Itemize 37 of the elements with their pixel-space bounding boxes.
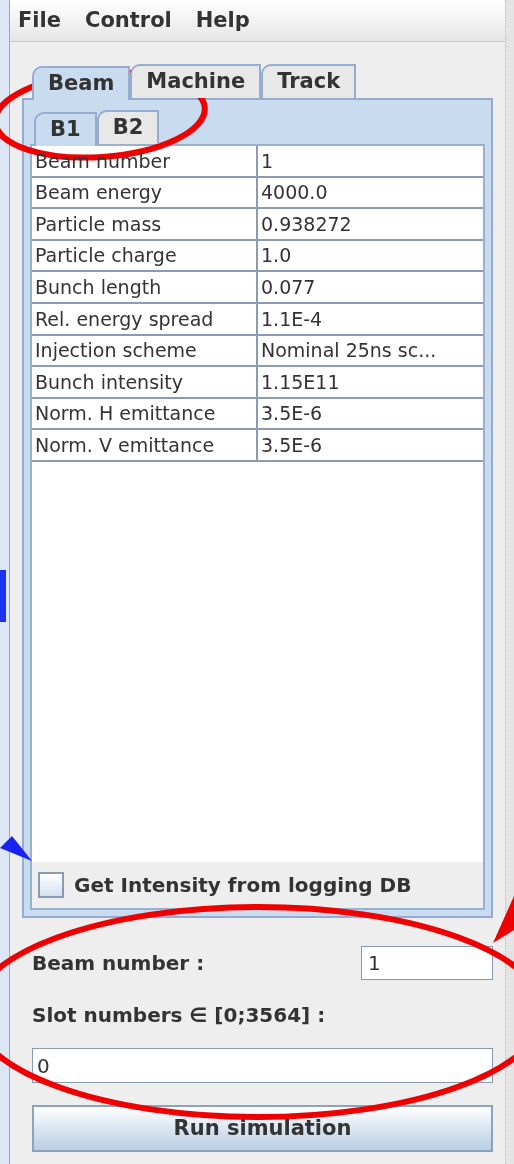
table-cell: Norm. H emittance [32,398,258,429]
table-cell-text: 4000.0 [260,180,329,206]
checkbox[interactable] [38,872,64,898]
table-cell: Bunch intensity [32,367,258,397]
table-cell-text: 1.1E-4 [260,306,324,332]
tab[interactable]: Track [261,64,357,98]
table-cell-text: 1.15E11 [260,369,341,395]
table-cell: Norm. V emittance [32,430,258,460]
table-cell-text: 3.5E-6 [260,401,324,427]
run-simulation-button[interactable]: Run simulation [32,1105,493,1152]
table-cell: Rel. energy spread [32,303,258,334]
table-cell-text: 3.5E-6 [260,432,324,458]
annotation-marker [0,570,6,622]
table-cell-text: Nominal 25ns sc... [260,338,438,364]
field-label: Beam number : [31,950,205,977]
table-cell: Particle charge [32,240,258,271]
annotation-arrowhead [0,836,32,861]
field-label: Slot numbers ∈ [0;3564] : [31,1002,326,1029]
tab[interactable]: Beam [32,66,131,100]
tab[interactable]: B2 [96,110,160,144]
table-cell-text: 1 [260,148,275,174]
table-cell: Bunch length [32,272,258,302]
menu-item[interactable]: File [18,4,61,37]
input-field[interactable]: 1 [361,946,493,980]
menu-item[interactable]: Help [195,4,250,37]
table-cell-text: 1.0 [260,243,293,269]
table-cell: Beam energy [32,177,258,208]
table-cell-text: 0.938272 [260,211,353,237]
table-cell: Particle mass [32,209,258,239]
checkbox-label: Get Intensity from logging DB [74,872,412,899]
table-cell: Injection scheme [32,335,258,366]
table-cell-text: 0.077 [260,274,317,300]
tab[interactable]: B1 [34,112,97,146]
menu-item[interactable]: Control [85,4,172,37]
input-field[interactable]: 0 [32,1048,493,1083]
tab[interactable]: Machine [130,64,262,98]
annotation-arrowhead [493,896,514,943]
